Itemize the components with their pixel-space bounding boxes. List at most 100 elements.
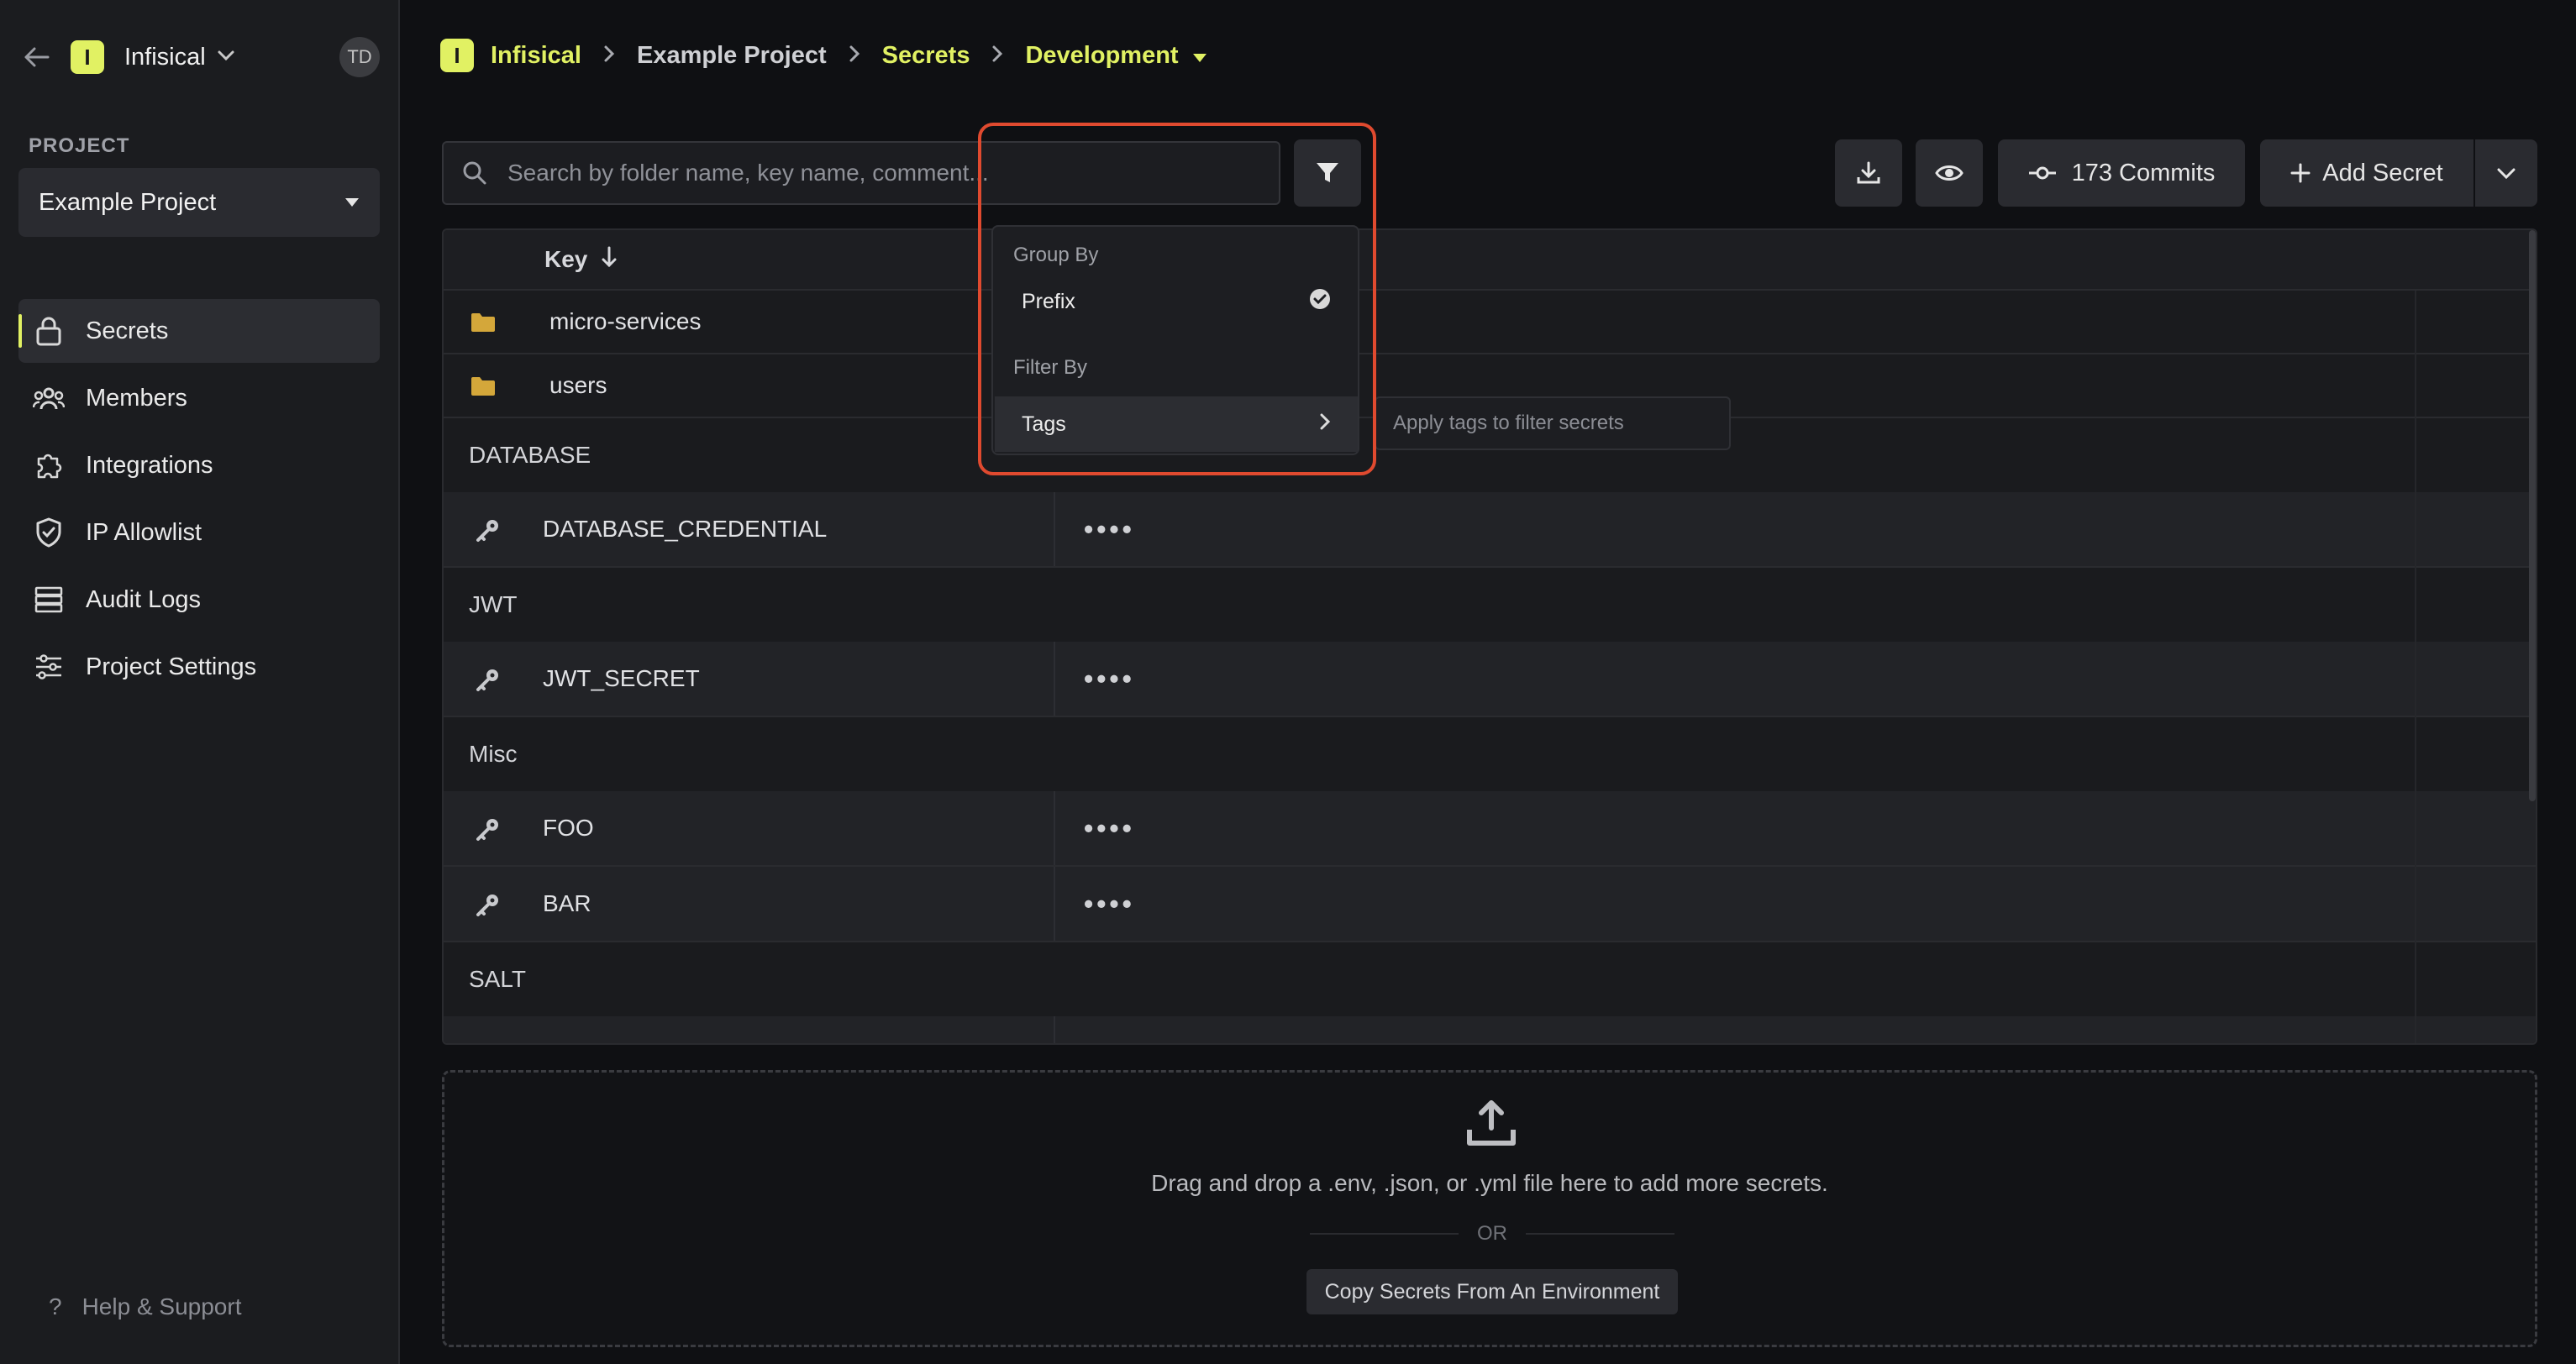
folder-icon (471, 376, 496, 401)
filter-icon (1317, 163, 1338, 182)
check-circle-icon (1309, 288, 1331, 316)
sidebar-item-label: Secrets (86, 317, 169, 344)
sidebar-item-members[interactable]: Members (18, 366, 380, 430)
secret-value[interactable]: •••• (1084, 664, 1135, 695)
chevron-right-icon (1319, 412, 1331, 437)
search-field[interactable] (442, 141, 1280, 205)
filter-by-tags-option[interactable]: Tags (995, 396, 1358, 452)
commits-button[interactable]: 173 Commits (1998, 139, 2245, 207)
chevron-right-icon (991, 42, 1003, 70)
sidebar-item-secrets[interactable]: Secrets (18, 299, 380, 363)
secret-key[interactable]: DATABASE_CREDENTIAL (543, 516, 827, 543)
secret-value[interactable]: •••• (1084, 889, 1135, 920)
column-divider (1054, 1016, 1055, 1043)
secret-key[interactable]: FOO (543, 815, 594, 842)
table-row[interactable]: BAR •••• (444, 867, 2536, 942)
lock-icon (30, 312, 67, 349)
filter-button[interactable] (1294, 139, 1361, 207)
puzzle-icon (30, 447, 67, 484)
or-label: OR (1477, 1222, 1507, 1245)
org-switcher[interactable]: I Infisical (20, 37, 234, 77)
key-column-header: Key (544, 246, 588, 272)
arrow-down-icon (601, 246, 618, 274)
shield-icon (30, 514, 67, 551)
secret-value[interactable]: •••• (1084, 813, 1135, 844)
group-name: DATABASE (469, 442, 591, 468)
plus-icon (2290, 163, 2311, 183)
table-row[interactable]: DATABASE_CREDENTIAL •••• (444, 492, 2536, 568)
environment-select[interactable]: Development (1025, 42, 1178, 70)
project-section-label: PROJECT (29, 134, 130, 157)
secret-key[interactable]: BAR (543, 890, 591, 917)
sliders-icon (30, 648, 67, 685)
table-row[interactable]: JWT_SECRET •••• (444, 642, 2536, 717)
sidebar-nav: Secrets Members Integrations IP Allowlis… (18, 299, 380, 702)
add-secret-label: Add Secret (2322, 159, 2443, 186)
dropzone-text: Drag and drop a .env, .json, or .yml fil… (1151, 1170, 1828, 1196)
prefix-label: Prefix (1022, 289, 1075, 313)
file-dropzone[interactable]: Drag and drop a .env, .json, or .yml fil… (442, 1070, 2537, 1347)
sort-by-key[interactable]: Key (544, 246, 618, 274)
table-row[interactable]: SALT_ROUNDS (444, 1016, 2536, 1043)
chevron-right-icon (603, 42, 615, 70)
reveal-values-button[interactable] (1916, 139, 1983, 207)
help-support-label: Help & Support (81, 1293, 242, 1319)
breadcrumb-logo: I (440, 39, 474, 72)
project-select[interactable]: Example Project (18, 168, 380, 237)
breadcrumb-org[interactable]: Infisical (491, 42, 581, 70)
group-by-prefix-option[interactable]: Prefix (995, 274, 1358, 329)
caret-down-icon (345, 198, 359, 207)
group-header: JWT (444, 568, 2536, 642)
commit-icon (2028, 166, 2056, 180)
sidebar-item-label: Members (86, 384, 187, 412)
breadcrumb-project[interactable]: Example Project (637, 42, 827, 70)
avatar[interactable]: TD (339, 37, 380, 77)
column-divider (2415, 291, 2416, 1043)
sidebar: I Infisical TD PROJECT Example Project S… (0, 0, 400, 1364)
folder-name: users (549, 372, 607, 398)
chevron-right-icon (849, 42, 860, 70)
group-header: SALT (444, 942, 2536, 1016)
tags-label: Tags (1022, 412, 1066, 436)
add-secret-button[interactable]: Add Secret (2260, 139, 2473, 207)
key-icon (476, 816, 501, 846)
search-input[interactable] (506, 159, 1262, 187)
secret-key[interactable]: JWT_SECRET (543, 665, 700, 692)
copy-secrets-button[interactable]: Copy Secrets From An Environment (1306, 1269, 1678, 1314)
breadcrumb: I Infisical Example Project Secrets Deve… (440, 35, 1207, 76)
commits-label: 173 Commits (2071, 159, 2216, 186)
table-row[interactable]: FOO •••• (444, 791, 2536, 867)
help-support-link[interactable]: ? Help & Support (49, 1293, 241, 1320)
column-divider (1054, 791, 1055, 865)
secret-value[interactable]: •••• (1084, 514, 1135, 545)
group-by-label: Group By (1013, 244, 1099, 266)
secrets-table: Key micro-services users DATABASE DATABA… (442, 228, 2537, 1045)
key-icon (476, 892, 501, 921)
table-header: Key (444, 230, 2536, 291)
sidebar-item-integrations[interactable]: Integrations (18, 433, 380, 497)
breadcrumb-section[interactable]: Secrets (882, 42, 970, 70)
eye-icon (1935, 165, 1964, 181)
project-select-value: Example Project (39, 188, 217, 216)
sidebar-item-audit-logs[interactable]: Audit Logs (18, 568, 380, 632)
org-logo: I (71, 40, 104, 74)
sidebar-item-project-settings[interactable]: Project Settings (18, 635, 380, 699)
folder-row[interactable]: micro-services (444, 291, 2536, 354)
table-scrollbar[interactable] (2529, 230, 2536, 801)
back-arrow-icon[interactable] (20, 40, 54, 74)
org-name[interactable]: Infisical (124, 44, 206, 71)
filter-by-label: Filter By (1013, 356, 1088, 379)
chevron-down-icon[interactable] (218, 50, 234, 66)
sidebar-item-label: Integrations (86, 451, 213, 479)
chevron-down-icon (2497, 168, 2516, 179)
sidebar-item-label: Audit Logs (86, 585, 202, 613)
download-button[interactable] (1835, 139, 1902, 207)
download-icon (1857, 161, 1880, 184)
caret-down-icon[interactable] (1192, 42, 1207, 70)
sidebar-item-ip-allowlist[interactable]: IP Allowlist (18, 501, 380, 564)
list-icon (30, 581, 67, 618)
key-icon (476, 667, 501, 696)
sidebar-item-label: Project Settings (86, 653, 257, 680)
group-name: SALT (469, 966, 526, 992)
add-secret-options-button[interactable] (2475, 139, 2537, 207)
